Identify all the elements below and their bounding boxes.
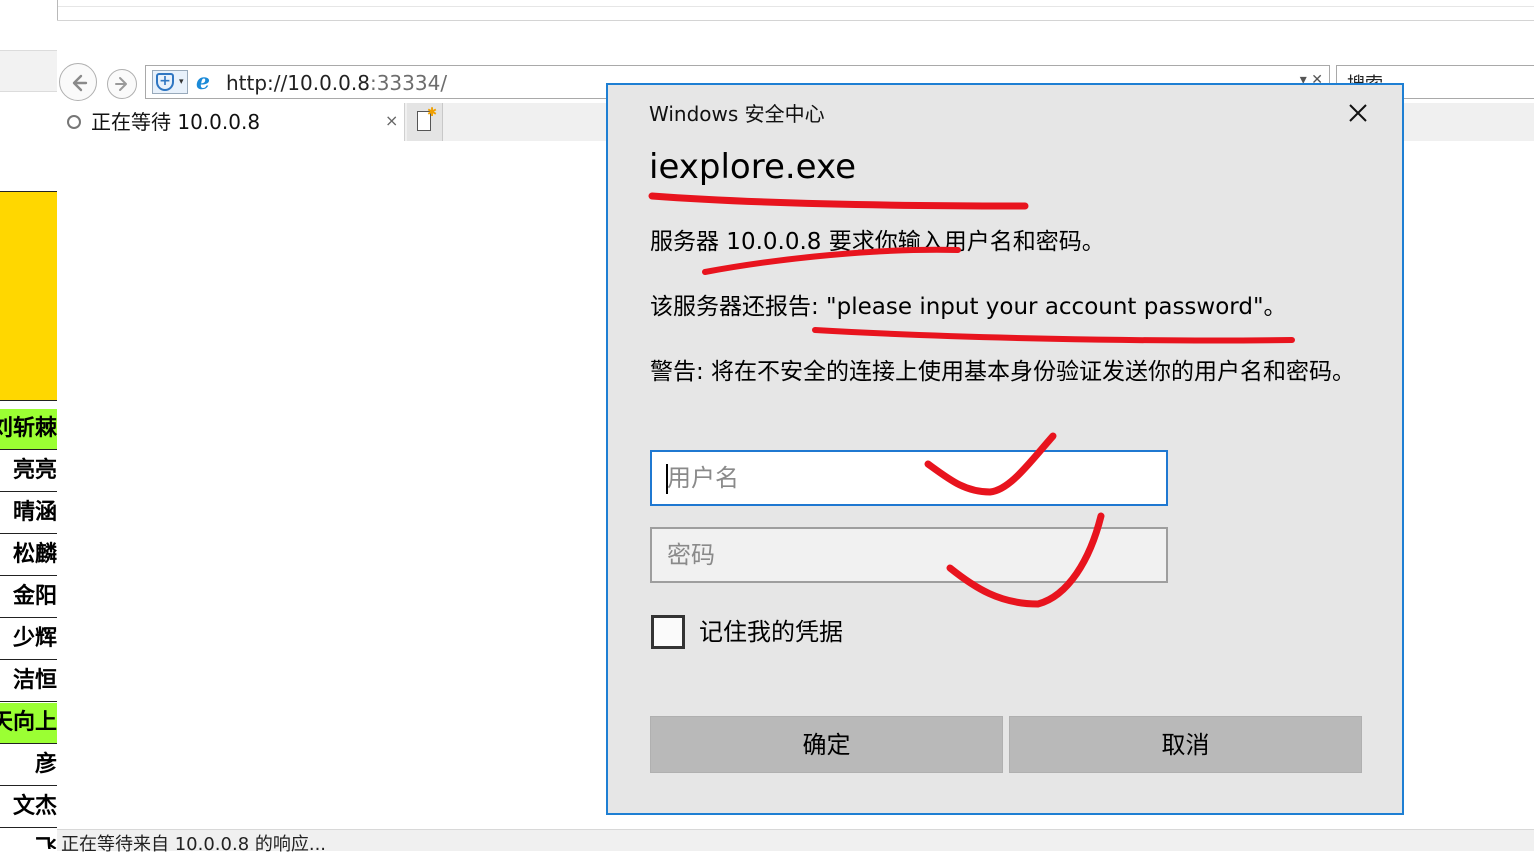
spreadsheet-name-text: 松麟 xyxy=(12,542,57,567)
password-input[interactable] xyxy=(652,529,1166,581)
dialog-warning: 警告: 将在不安全的连接上使用基本身份验证发送你的用户名和密码。 xyxy=(650,359,1356,385)
spreadsheet-name-text: 洁恒 xyxy=(12,668,57,693)
password-field[interactable] xyxy=(650,527,1168,583)
spreadsheet-name-cell: 刘斩棘 xyxy=(0,409,57,450)
url-port-path: :33334/ xyxy=(369,71,448,95)
dialog-close-button[interactable] xyxy=(1342,97,1374,129)
chevron-down-icon: ▾ xyxy=(179,77,184,87)
tab-title: 正在等待 10.0.0.8 xyxy=(91,110,261,134)
background-spreadsheet: 刘斩棘亮亮晴涵松麟金阳少辉洁恒天向上彦文杰飞 xyxy=(0,0,58,849)
spreadsheet-toolbar-fragment xyxy=(0,50,57,92)
new-tab-button[interactable]: ✱ xyxy=(407,103,443,141)
spreadsheet-name-cell: 金阳 xyxy=(0,577,57,618)
spreadsheet-name-text: 天向上 xyxy=(0,710,57,735)
spreadsheet-name-text: 飞 xyxy=(34,836,57,849)
forward-arrow-icon xyxy=(115,77,127,91)
spreadsheet-name-text: 亮亮 xyxy=(12,458,57,483)
loading-spinner-icon xyxy=(67,115,81,129)
tab-close-button[interactable]: × xyxy=(385,111,398,130)
url-host: http://10.0.0.8 xyxy=(226,71,370,95)
status-bar: 正在等待来自 10.0.0.8 的响应... xyxy=(57,829,1534,855)
spreadsheet-name-text: 刘斩棘 xyxy=(0,416,57,441)
close-icon xyxy=(1349,104,1367,122)
username-field[interactable] xyxy=(650,450,1168,506)
back-button[interactable] xyxy=(59,63,97,101)
dialog-app-name: iexplore.exe xyxy=(649,147,856,187)
spreadsheet-name-cell: 天向上 xyxy=(0,703,57,744)
window-top-border xyxy=(0,0,1534,7)
spreadsheet-name-cell: 彦 xyxy=(0,745,57,786)
dialog-caption: Windows 安全中心 xyxy=(649,102,825,126)
back-arrow-icon xyxy=(72,74,88,92)
spreadsheet-name-cell: 晴涵 xyxy=(0,493,57,534)
remember-checkbox[interactable] xyxy=(651,615,685,649)
credentials-dialog: Windows 安全中心 iexplore.exe 服务器 10.0.0.8 要… xyxy=(606,83,1404,815)
ie-logo-icon: e xyxy=(196,69,210,95)
spreadsheet-name-cell: 飞 xyxy=(0,829,57,849)
spreadsheet-name-cell: 洁恒 xyxy=(0,661,57,702)
spreadsheet-name-cell: 松麟 xyxy=(0,535,57,576)
tab-active[interactable]: 正在等待 10.0.0.8 × xyxy=(57,103,405,141)
remember-label: 记住我的凭据 xyxy=(699,618,843,646)
forward-button[interactable] xyxy=(107,69,137,99)
spreadsheet-name-text: 文杰 xyxy=(12,794,57,819)
text-caret xyxy=(666,464,668,494)
spreadsheet-name-cell: 少辉 xyxy=(0,619,57,660)
spreadsheet-name-cell: 亮亮 xyxy=(0,451,57,492)
ok-button[interactable]: 确定 xyxy=(650,716,1003,773)
spreadsheet-name-text: 彦 xyxy=(34,752,57,777)
cancel-button[interactable]: 取消 xyxy=(1009,716,1362,773)
status-text: 正在等待来自 10.0.0.8 的响应... xyxy=(61,834,327,855)
dialog-message-server: 服务器 10.0.0.8 要求你输入用户名和密码。 xyxy=(650,229,1105,255)
new-tab-star-icon: ✱ xyxy=(427,105,438,119)
spreadsheet-name-text: 晴涵 xyxy=(12,500,57,525)
username-input[interactable] xyxy=(652,452,1166,504)
spreadsheet-name-text: 金阳 xyxy=(12,584,57,609)
security-button[interactable]: + ▾ xyxy=(152,70,188,94)
spreadsheet-name-cell: 文杰 xyxy=(0,787,57,828)
dialog-message-realm: 该服务器还报告: "please input your account pass… xyxy=(650,294,1287,320)
remember-credentials[interactable]: 记住我的凭据 xyxy=(651,615,901,651)
security-shield-icon: + xyxy=(156,73,174,91)
spreadsheet-name-text: 少辉 xyxy=(12,626,57,651)
spreadsheet-yellow-cell xyxy=(0,191,57,401)
url-text[interactable]: http://10.0.0.8:33334/ xyxy=(226,71,447,95)
